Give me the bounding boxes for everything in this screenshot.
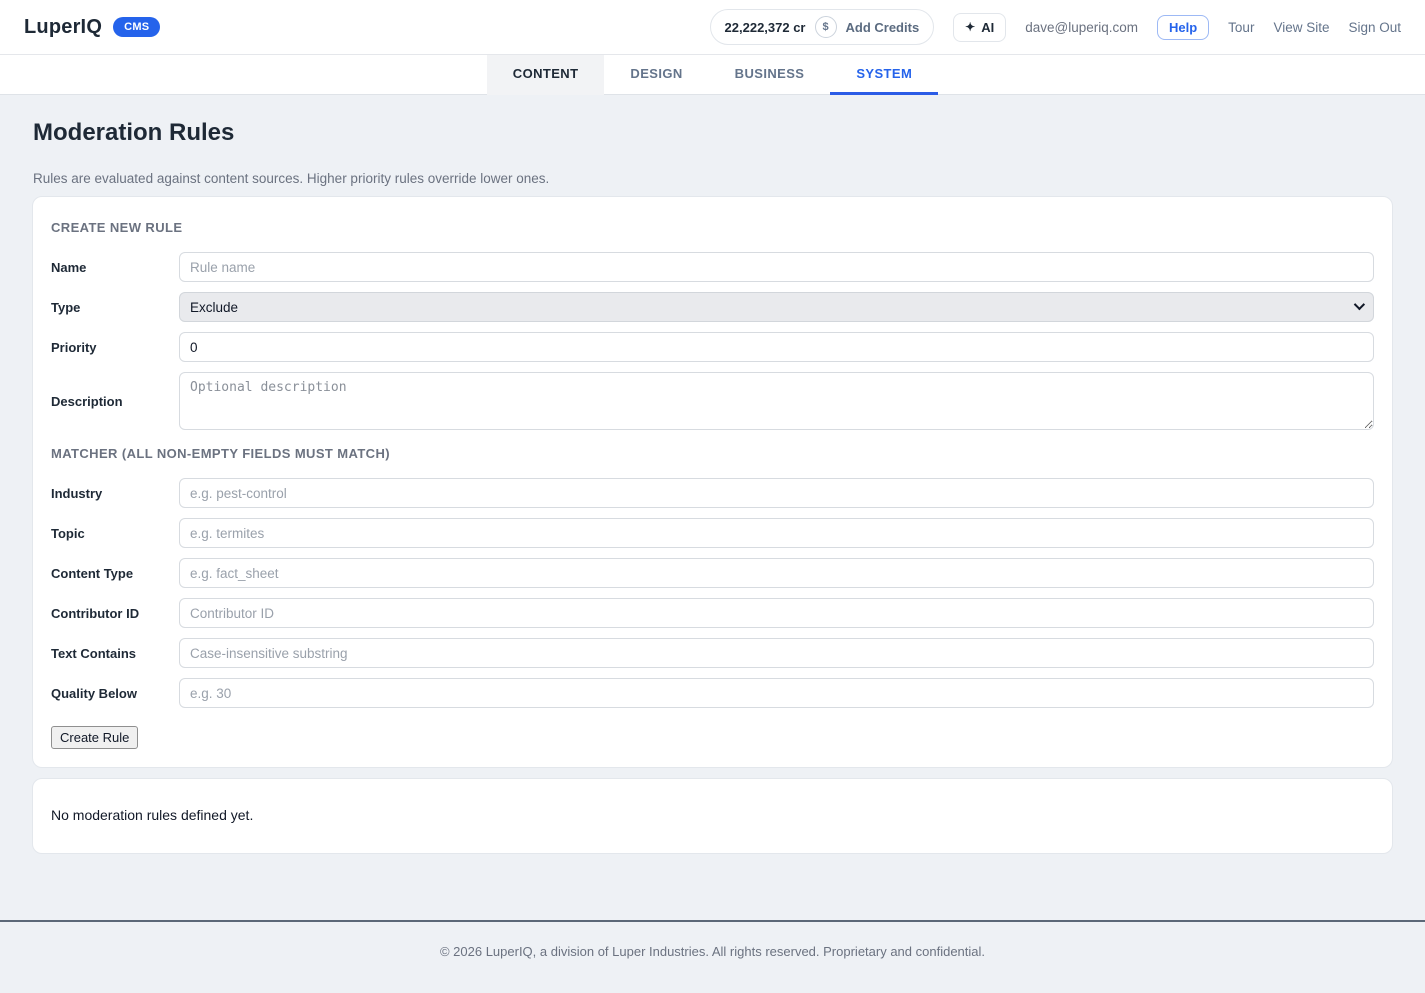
quality-below-label: Quality Below	[51, 686, 179, 701]
content-type-input[interactable]	[179, 558, 1374, 588]
ai-button[interactable]: ✦ AI	[953, 13, 1006, 42]
contributor-id-input[interactable]	[179, 598, 1374, 628]
type-label: Type	[51, 300, 179, 315]
credits-pill[interactable]: 22,222,372 cr $ Add Credits	[710, 9, 935, 45]
tab-content[interactable]: CONTENT	[487, 55, 605, 95]
view-site-link[interactable]: View Site	[1273, 20, 1329, 35]
brand: LuperIQ CMS	[24, 16, 160, 39]
priority-label: Priority	[51, 340, 179, 355]
type-select[interactable]: Exclude	[179, 292, 1374, 322]
form-row-quality-below: Quality Below	[51, 678, 1374, 708]
rules-list-card: No moderation rules defined yet.	[32, 778, 1393, 854]
sign-out-link[interactable]: Sign Out	[1348, 20, 1401, 35]
type-select-wrap: Exclude	[179, 292, 1374, 322]
description-label: Description	[51, 394, 179, 409]
page-footer: © 2026 LuperIQ, a division of Luper Indu…	[0, 920, 1425, 993]
description-textarea[interactable]	[179, 372, 1374, 430]
tab-system[interactable]: SYSTEM	[830, 55, 938, 95]
text-contains-label: Text Contains	[51, 646, 179, 661]
main-nav: CONTENT DESIGN BUSINESS SYSTEM	[0, 55, 1425, 95]
create-rule-section-heading: CREATE NEW RULE	[51, 220, 1374, 235]
topic-label: Topic	[51, 526, 179, 541]
text-contains-input[interactable]	[179, 638, 1374, 668]
tab-business[interactable]: BUSINESS	[709, 55, 831, 95]
priority-input[interactable]	[179, 332, 1374, 362]
form-row-type: Type Exclude	[51, 292, 1374, 322]
quality-below-input[interactable]	[179, 678, 1374, 708]
add-credits-button[interactable]: Add Credits	[846, 20, 920, 35]
dollar-icon: $	[815, 16, 837, 38]
matcher-section-heading: MATCHER (ALL NON-EMPTY FIELDS MUST MATCH…	[51, 446, 1374, 461]
header-actions: 22,222,372 cr $ Add Credits ✦ AI dave@lu…	[710, 9, 1401, 45]
create-rule-card: CREATE NEW RULE Name Type Exclude Priori…	[32, 196, 1393, 768]
app-logo: LuperIQ	[24, 16, 102, 39]
topic-input[interactable]	[179, 518, 1374, 548]
sparkle-icon: ✦	[965, 20, 975, 34]
tab-design[interactable]: DESIGN	[604, 55, 708, 95]
name-label: Name	[51, 260, 179, 275]
form-row-topic: Topic	[51, 518, 1374, 548]
form-row-description: Description	[51, 372, 1374, 430]
form-row-text-contains: Text Contains	[51, 638, 1374, 668]
footer-copyright: © 2026 LuperIQ, a division of Luper Indu…	[440, 944, 985, 959]
rules-empty-message: No moderation rules defined yet.	[51, 807, 253, 823]
form-row-contributor-id: Contributor ID	[51, 598, 1374, 628]
create-rule-button[interactable]: Create Rule	[51, 726, 138, 749]
help-button[interactable]: Help	[1157, 15, 1209, 40]
cms-badge: CMS	[113, 17, 160, 37]
tour-link[interactable]: Tour	[1228, 20, 1254, 35]
industry-label: Industry	[51, 486, 179, 501]
page-subtitle: Rules are evaluated against content sour…	[33, 171, 1393, 186]
page-title: Moderation Rules	[33, 119, 1393, 147]
contributor-id-label: Contributor ID	[51, 606, 179, 621]
credits-amount: 22,222,372 cr	[725, 20, 806, 35]
industry-input[interactable]	[179, 478, 1374, 508]
content-type-label: Content Type	[51, 566, 179, 581]
ai-button-label: AI	[981, 20, 994, 35]
user-email: dave@luperiq.com	[1025, 20, 1138, 35]
form-row-name: Name	[51, 252, 1374, 282]
app-header: LuperIQ CMS 22,222,372 cr $ Add Credits …	[0, 0, 1425, 55]
form-row-content-type: Content Type	[51, 558, 1374, 588]
main-content: Moderation Rules Rules are evaluated aga…	[0, 95, 1425, 920]
name-input[interactable]	[179, 252, 1374, 282]
form-row-industry: Industry	[51, 478, 1374, 508]
form-row-priority: Priority	[51, 332, 1374, 362]
